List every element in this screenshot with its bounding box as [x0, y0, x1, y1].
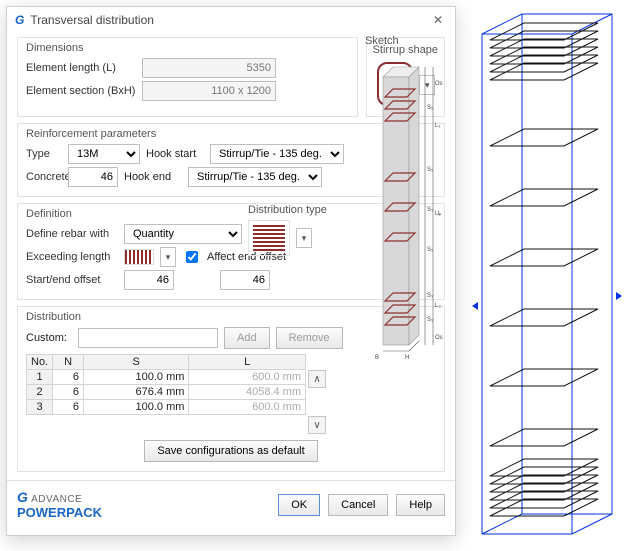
select-hook-end[interactable]: Stirrup/Tie - 135 deg.: [188, 167, 322, 187]
input-start-offset[interactable]: [124, 270, 174, 290]
move-down-button[interactable]: ∨: [308, 416, 326, 434]
dialog-transversal-distribution: G Transversal distribution ✕ Dimensions …: [6, 6, 456, 536]
label-hook-start: Hook start: [146, 148, 204, 160]
col-no: No.: [27, 355, 53, 370]
select-hook-start[interactable]: Stirrup/Tie - 135 deg.: [210, 144, 344, 164]
group-title-distribution-type: Distribution type: [248, 204, 358, 216]
col-n: N: [53, 355, 84, 370]
dialog-footer: G ADVANCE POWERPACK OK Cancel Help: [7, 480, 455, 526]
checkbox-affect-end-offset[interactable]: [186, 251, 198, 263]
input-end-offset[interactable]: [220, 270, 270, 290]
svg-text:S₁: S₁: [427, 105, 433, 111]
table-row[interactable]: 3 6 100.0 mm 600.0 mm: [27, 400, 306, 415]
svg-text:S₃: S₃: [427, 293, 434, 299]
svg-text:L₁: L₁: [435, 123, 440, 129]
distribution-table[interactable]: No. N S L 1 6 100.0 mm 600.0 mm 2 6: [26, 354, 306, 415]
label-hook-end: Hook end: [124, 171, 182, 183]
svg-text:L: L: [438, 211, 442, 217]
svg-text:S₁: S₁: [427, 317, 433, 323]
distribution-type-icon[interactable]: [248, 220, 290, 256]
distribution-type-dropdown[interactable]: ▾: [296, 228, 312, 248]
svg-text:S₂: S₂: [427, 167, 434, 173]
close-icon[interactable]: ✕: [429, 13, 447, 27]
exceeding-length-icon[interactable]: [124, 249, 154, 265]
powerpack-logo: G ADVANCE POWERPACK: [17, 489, 270, 520]
label-sketch: Sketch: [365, 35, 445, 47]
label-define-rebar: Define rebar with: [26, 228, 118, 240]
group-title-dimensions: Dimensions: [26, 42, 349, 54]
svg-text:Os: Os: [435, 81, 443, 87]
input-element-section: [142, 81, 276, 101]
group-dimensions: Dimensions Element length (L) Element se…: [17, 37, 358, 117]
app-icon: G: [15, 13, 24, 27]
svg-text:Os: Os: [435, 335, 443, 341]
label-element-section: Element section (BxH): [26, 85, 136, 97]
svg-text:L₃: L₃: [435, 303, 441, 309]
move-up-button[interactable]: ∧: [308, 370, 326, 388]
svg-text:H: H: [405, 355, 409, 361]
svg-text:S₂: S₂: [427, 247, 434, 253]
svg-text:B: B: [375, 355, 379, 361]
table-row[interactable]: 2 6 676.4 mm 4058.4 mm: [27, 385, 306, 400]
label-start-end-offset: Start/end offset: [26, 274, 118, 286]
ok-button[interactable]: OK: [278, 494, 320, 516]
table-row[interactable]: 1 6 100.0 mm 600.0 mm: [27, 370, 306, 385]
col-l: L: [189, 355, 306, 370]
select-define-rebar[interactable]: Quantity: [124, 224, 242, 244]
group-distribution-type: Distribution type ▾: [248, 204, 358, 256]
exceeding-length-dropdown[interactable]: ▾: [160, 247, 176, 267]
save-default-button[interactable]: Save configurations as default: [144, 440, 317, 462]
add-button[interactable]: Add: [224, 327, 270, 349]
window-title: Transversal distribution: [30, 13, 154, 27]
input-concrete-cover[interactable]: [68, 167, 118, 187]
col-s: S: [83, 355, 188, 370]
table-header: No. N S L: [27, 355, 306, 370]
label-element-length: Element length (L): [26, 62, 136, 74]
label-type: Type: [26, 148, 62, 160]
sketch-image: Os S₁ L₁ S₂ S₃ L₂ L S₂ S₃ L₃ S₁ Os B H: [365, 51, 443, 371]
group-sketch: Sketch Os S₁: [365, 35, 445, 383]
input-element-length: [142, 58, 276, 78]
label-custom: Custom:: [26, 332, 72, 344]
title-bar: G Transversal distribution ✕: [7, 7, 455, 31]
help-button[interactable]: Help: [396, 494, 445, 516]
remove-button[interactable]: Remove: [276, 327, 343, 349]
wireframe-preview: [462, 6, 632, 544]
svg-text:S₃: S₃: [427, 207, 434, 213]
select-type[interactable]: 13M: [68, 144, 140, 164]
label-exceeding-length: Exceeding length: [26, 251, 118, 263]
input-custom[interactable]: [78, 328, 218, 348]
cancel-button[interactable]: Cancel: [328, 494, 388, 516]
